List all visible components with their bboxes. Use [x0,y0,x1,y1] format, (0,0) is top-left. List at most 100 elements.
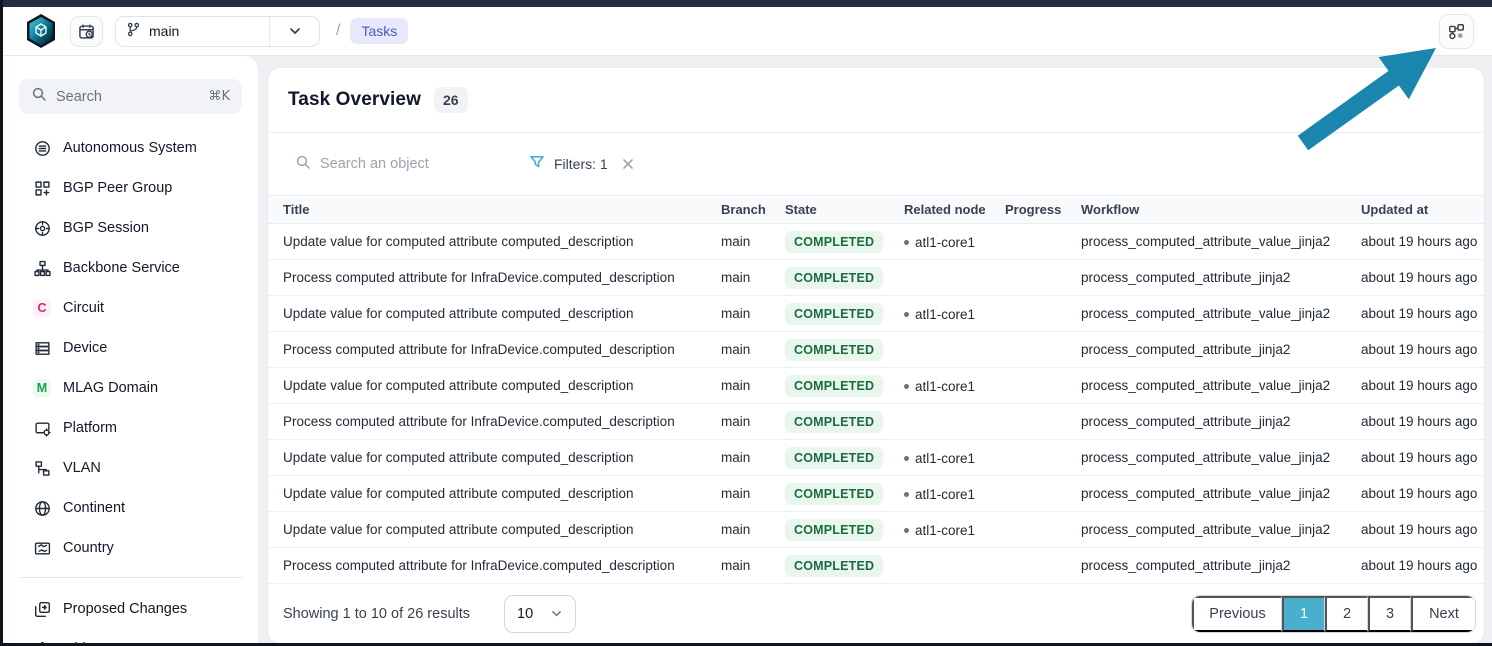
column-header-workflow: Workflow [1073,202,1353,217]
related-node-label[interactable]: atl1-core1 [915,451,975,466]
sidebar-footer-nav: Proposed ChangesObject Management [3,589,258,646]
bgp-session-icon [33,219,51,237]
cell-updated-at: about 19 hours ago [1353,378,1477,393]
object-search-input[interactable]: Search an object [295,154,503,175]
column-header-state: State [777,202,896,217]
sidebar-item-label: Device [63,340,107,356]
related-node-label[interactable]: atl1-core1 [915,235,975,250]
page-size-value: 10 [517,606,533,622]
related-node-label[interactable]: atl1-core1 [915,487,975,502]
cell-title: Update value for computed attribute comp… [275,522,713,537]
page-button-2[interactable]: 2 [1325,596,1368,632]
breadcrumb-tasks[interactable]: Tasks [350,18,408,44]
mlag-domain-letter-icon: M [33,379,51,397]
cell-title: Process computed attribute for InfraDevi… [275,270,713,285]
sidebar-item-continent[interactable]: Continent [3,488,258,528]
cell-title: Update value for computed attribute comp… [275,378,713,393]
timeframe-calendar-button[interactable] [70,16,103,47]
sidebar-item-autonomous-system[interactable]: Autonomous System [3,128,258,168]
column-header-related-node: Related node [896,202,997,217]
cell-state: COMPLETED [777,303,896,325]
table-row[interactable]: Update value for computed attribute comp… [268,476,1484,512]
cell-title: Process computed attribute for InfraDevi… [275,414,713,429]
cell-state: COMPLETED [777,555,896,577]
vlan-icon [33,459,51,477]
status-badge: COMPLETED [785,303,883,325]
status-badge: COMPLETED [785,411,883,433]
related-node-label[interactable]: atl1-core1 [915,523,975,538]
sidebar-item-bgp-peer-group[interactable]: BGP Peer Group [3,168,258,208]
proposed-changes-icon [33,600,51,618]
cell-state: COMPLETED [777,267,896,289]
table-row[interactable]: Update value for computed attribute comp… [268,368,1484,404]
country-icon [33,539,51,557]
cell-updated-at: about 19 hours ago [1353,522,1477,537]
sidebar-item-backbone-service[interactable]: Backbone Service [3,248,258,288]
sidebar-nav: Autonomous SystemBGP Peer GroupBGP Sessi… [3,128,258,568]
sidebar-item-vlan[interactable]: VLAN [3,448,258,488]
status-badge: COMPLETED [785,519,883,541]
table-row[interactable]: Update value for computed attribute comp… [268,512,1484,548]
cell-workflow: process_computed_attribute_jinja2 [1073,558,1353,573]
bgp-peer-group-icon [33,179,51,197]
related-node-label[interactable]: atl1-core1 [915,379,975,394]
cell-workflow: process_computed_attribute_value_jinja2 [1073,378,1353,393]
search-shortcut-hint: ⌘K [208,89,230,104]
cell-branch: main [713,450,777,465]
next-page-button[interactable]: Next [1411,596,1475,632]
sidebar-item-label: Circuit [63,300,104,316]
cell-related-node: atl1-core1 [896,377,997,394]
status-badge: COMPLETED [785,483,883,505]
git-branch-icon [126,22,141,40]
related-node-label[interactable]: atl1-core1 [915,307,975,322]
sidebar-item-proposed-changes[interactable]: Proposed Changes [3,589,258,629]
status-badge: COMPLETED [785,339,883,361]
device-icon [33,339,51,357]
cell-related-node: atl1-core1 [896,521,997,538]
cell-related-node: atl1-core1 [896,233,997,250]
branch-selector-value[interactable]: main [116,22,269,40]
table-row[interactable]: Process computed attribute for InfraDevi… [268,404,1484,440]
sidebar-search-box[interactable]: Search ⌘K [19,79,242,114]
table-row[interactable]: Update value for computed attribute comp… [268,224,1484,260]
cell-workflow: process_computed_attribute_jinja2 [1073,270,1353,285]
table-row[interactable]: Update value for computed attribute comp… [268,440,1484,476]
cell-state: COMPLETED [777,231,896,253]
sidebar-item-device[interactable]: Device [3,328,258,368]
pagination: Previous123Next [1191,595,1476,633]
page-button-1[interactable]: 1 [1282,596,1325,632]
branch-selector[interactable]: main [115,16,320,47]
sidebar-item-mlag-domain[interactable]: MMLAG Domain [3,368,258,408]
sidebar: Search ⌘K Autonomous SystemBGP Peer Grou… [3,56,258,646]
filter-funnel-icon[interactable] [529,154,545,175]
cell-title: Update value for computed attribute comp… [275,450,713,465]
table-row[interactable]: Process computed attribute for InfraDevi… [268,260,1484,296]
filter-bar: Search an object Filters: 1 [268,133,1484,195]
status-badge: COMPLETED [785,267,883,289]
sidebar-item-label: Continent [63,500,125,516]
page-button-3[interactable]: 3 [1368,596,1411,632]
clear-filters-icon[interactable] [621,157,635,171]
branch-selector-toggle[interactable] [269,17,319,46]
column-header-progress: Progress [997,202,1073,217]
cell-branch: main [713,234,777,249]
page-size-select[interactable]: 10 [504,595,576,633]
status-badge: COMPLETED [785,231,883,253]
status-badge: COMPLETED [785,375,883,397]
infrahub-logo-icon[interactable] [24,13,58,49]
filters-count-label[interactable]: Filters: 1 [554,156,608,172]
previous-page-button[interactable]: Previous [1192,596,1282,632]
task-overview-card: Task Overview 26 Search an object Filter… [268,68,1484,643]
sidebar-item-country[interactable]: Country [3,528,258,568]
column-header-title: Title [275,202,713,217]
table-row[interactable]: Process computed attribute for InfraDevi… [268,548,1484,584]
table-row[interactable]: Process computed attribute for InfraDevi… [268,332,1484,368]
sidebar-item-bgp-session[interactable]: BGP Session [3,208,258,248]
sidebar-item-platform[interactable]: Platform [3,408,258,448]
table-row[interactable]: Update value for computed attribute comp… [268,296,1484,332]
platform-icon [33,419,51,437]
sidebar-item-circuit[interactable]: CCircuit [3,288,258,328]
cell-title: Update value for computed attribute comp… [275,486,713,501]
schema-visualizer-button[interactable] [1439,14,1474,49]
column-header-branch: Branch [713,202,777,217]
